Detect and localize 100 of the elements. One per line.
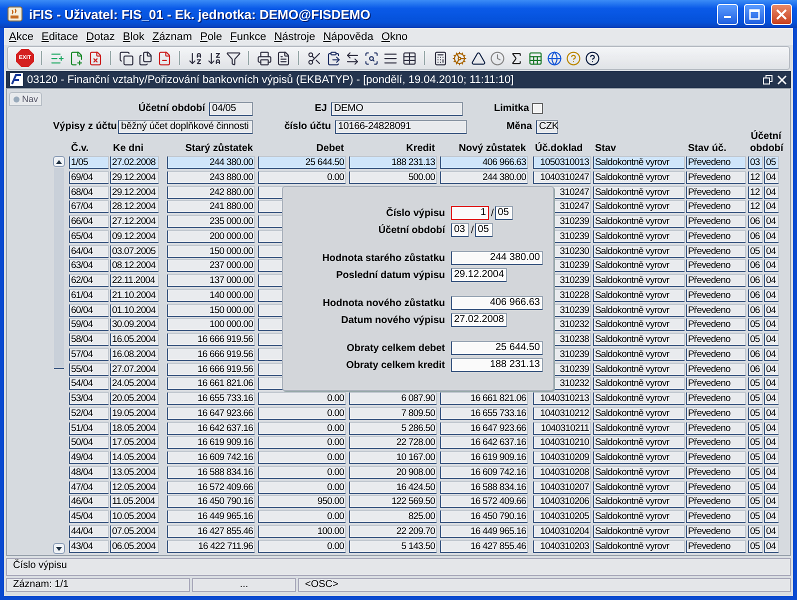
table-cell[interactable]: 04 [764,362,779,376]
input-field[interactable]: 244 380.00 [451,251,543,265]
table-cell[interactable]: 65/04 [69,230,109,243]
table-cell[interactable]: 09.12.2004 [110,230,159,243]
table-cell[interactable]: 49/04 [69,451,109,464]
table-cell[interactable]: Převedeno [686,186,746,198]
table-cell[interactable]: 27.07.2004 [110,362,159,376]
menu-item[interactable]: Akce [9,30,34,42]
table-cell[interactable]: 1040310207 [533,480,591,494]
table-cell[interactable]: 10.05.2004 [110,510,159,523]
table-cell[interactable]: 05 [748,392,763,405]
table-cell[interactable]: 0.00 [258,540,346,552]
table-cell[interactable]: 06 [748,288,763,302]
table-cell[interactable]: 55/04 [69,362,109,376]
table-cell[interactable]: 16 588 834.16 [440,480,528,494]
help-icon[interactable] [584,50,600,66]
table-cell[interactable]: Převedeno [686,451,746,464]
table-cell[interactable]: Saldokontně vyrovr [593,244,685,258]
table-cell[interactable]: 16 666 919.56 [167,362,255,376]
table-cell[interactable]: 244 380.00 [440,170,528,184]
files-icon[interactable] [137,50,153,66]
table-cell[interactable]: 20.05.2004 [110,392,159,405]
table-cell[interactable]: 16 619 909.16 [440,451,528,464]
table-cell[interactable]: Převedeno [686,362,746,376]
table-cell[interactable]: 16 609 742.16 [167,451,255,464]
restore-icon[interactable] [763,74,773,84]
table-cell[interactable]: 46/04 [69,495,109,508]
nav-tab[interactable]: Nav [9,92,42,106]
table-cell[interactable]: Saldokontně vyrovr [593,406,685,420]
table-cell[interactable]: Převedeno [686,392,746,405]
table-cell[interactable]: 45/04 [69,510,109,523]
table-cell[interactable]: 50/04 [69,436,109,450]
table-cell[interactable]: 22.11.2004 [110,274,159,287]
table-cell[interactable]: 5 143.50 [349,540,437,552]
table-cell[interactable]: Saldokontně vyrovr [593,156,685,169]
table-cell[interactable]: 16 642 637.16 [440,436,528,450]
table-cell[interactable]: 16 427 855.46 [440,540,528,552]
table-cell[interactable]: Saldokontně vyrovr [593,422,685,434]
table-cell[interactable]: 16 619 909.16 [167,436,255,450]
filter-icon[interactable] [225,50,241,66]
table-cell[interactable]: 04 [764,495,779,508]
table-cell[interactable]: 58/04 [69,333,109,346]
printer-icon[interactable] [256,50,272,66]
columns-icon[interactable] [401,50,417,66]
table-cell[interactable]: 04 [764,186,779,198]
gear-icon[interactable] [451,50,467,66]
table-cell[interactable]: 1040310213 [533,392,591,405]
menu-item[interactable]: Záznam [152,30,192,42]
table-cell[interactable]: 137 000.00 [167,274,255,287]
table-cell[interactable]: 04 [764,200,779,214]
table-cell[interactable]: Převedeno [686,348,746,361]
table-cell[interactable]: Saldokontně vyrovr [593,288,685,302]
table-cell[interactable]: 22 209.70 [349,524,437,538]
table-cell[interactable]: 5 286.50 [349,422,437,434]
table-cell[interactable]: Převedeno [686,480,746,494]
table-cell[interactable]: 08.12.2004 [110,259,159,272]
input-field[interactable]: 406 966.63 [451,296,543,310]
table-cell[interactable]: 04 [764,318,779,332]
table-cell[interactable]: 1040310203 [533,540,591,552]
table-cell[interactable]: 16 666 919.56 [167,348,255,361]
table-cell[interactable]: 06 [748,259,763,272]
table-cell[interactable]: Převedeno [686,200,746,214]
table-cell[interactable]: 04 [764,304,779,316]
table-cell[interactable]: 16 661 821.06 [440,392,528,405]
table-cell[interactable]: 10 167.00 [349,451,437,464]
table-cell[interactable]: 14.05.2004 [110,451,159,464]
table-cell[interactable]: 59/04 [69,318,109,332]
file-plus-icon[interactable] [68,50,84,66]
table-cell[interactable]: Saldokontně vyrovr [593,451,685,464]
table-cell[interactable]: 05 [748,480,763,494]
table-cell[interactable]: Převedeno [686,422,746,434]
table-cell[interactable]: Saldokontně vyrovr [593,480,685,494]
table-cell[interactable]: 64/04 [69,244,109,258]
table-cell[interactable]: 27.02.2008 [110,156,159,169]
table-cell[interactable]: 06 [748,230,763,243]
input-field[interactable]: 29.12.2004 [451,268,507,282]
document-icon[interactable] [275,50,291,66]
table-cell[interactable]: Převedeno [686,288,746,302]
table-cell[interactable]: 04 [764,466,779,479]
table-cell[interactable]: Převedeno [686,230,746,243]
sort-descending-icon[interactable] [206,50,222,66]
table-cell[interactable]: 243 880.00 [167,170,255,184]
table-cell[interactable]: 11.05.2004 [110,495,159,508]
table-cell[interactable]: 20 908.00 [349,466,437,479]
table-cell[interactable]: 1040310212 [533,406,591,420]
table-cell[interactable]: 05 [748,436,763,450]
table-cell[interactable]: Převedeno [686,540,746,552]
table-cell[interactable]: 1040310208 [533,466,591,479]
input-field[interactable]: 05 [474,223,493,237]
table-cell[interactable]: 63/04 [69,259,109,272]
table-cell[interactable]: Převedeno [686,318,746,332]
account-field[interactable]: 10166-24828091 [335,120,467,134]
copy-icon[interactable] [118,50,134,66]
table-cell[interactable]: Převedeno [686,170,746,184]
table-cell[interactable]: 06 [748,274,763,287]
table-cell[interactable]: 04 [764,524,779,538]
table-cell[interactable]: 06 [748,304,763,316]
table-cell[interactable]: 1040310206 [533,495,591,508]
scrollbar[interactable] [53,156,65,554]
close-icon[interactable] [777,74,787,84]
